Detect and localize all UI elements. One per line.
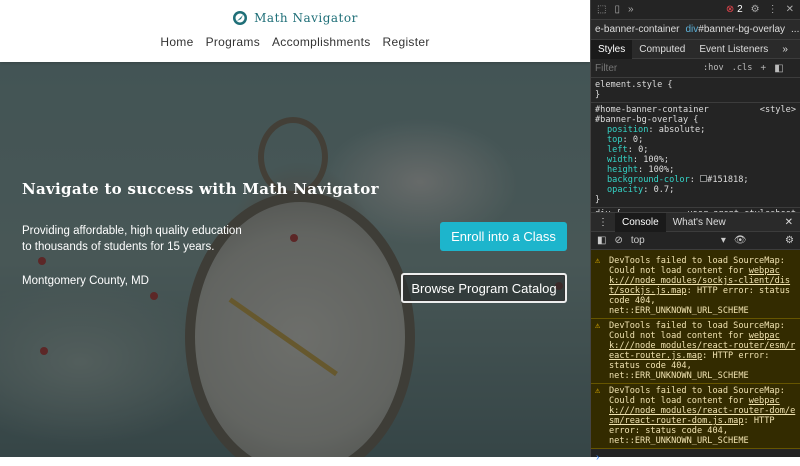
breadcrumb-tag: div — [685, 24, 699, 35]
context-select[interactable]: top ▾ — [631, 235, 726, 246]
devtools-panel: ⬚ ▯ » ⊗ 2 ⚙ ⋮ ✕ e-banner-container div#b… — [590, 0, 800, 463]
overlay-style-rule: <style> #home-banner-container #banner-b… — [591, 103, 800, 208]
property-value: #151818; — [707, 175, 749, 185]
clear-console-icon[interactable]: ⊘ — [614, 235, 622, 246]
sidebar-toggle-icon[interactable]: ◧ — [774, 63, 783, 74]
property-value: 0.7; — [653, 185, 675, 195]
property-name: position — [607, 125, 649, 135]
tab-whats-new[interactable]: What's New — [666, 213, 733, 232]
close-icon[interactable]: ✕ — [786, 4, 794, 15]
settings-icon[interactable]: ⚙ — [751, 4, 760, 15]
nav-accomplishments[interactable]: Accomplishments — [272, 35, 371, 49]
property-name: height — [607, 165, 639, 175]
css-property[interactable]: position: absolute; — [595, 125, 796, 135]
error-badge[interactable]: ⊗ 2 — [726, 4, 743, 15]
tab-computed[interactable]: Computed — [632, 40, 692, 59]
logo-text: Math Navigator — [254, 11, 358, 25]
css-property[interactable]: left: 0; — [595, 145, 796, 155]
css-property[interactable]: background-color: #151818; — [595, 175, 796, 185]
devtools-toolbar: ⬚ ▯ » ⊗ 2 ⚙ ⋮ ✕ — [591, 0, 800, 20]
property-value: 0; — [632, 135, 644, 145]
console-sidebar-icon[interactable]: ◧ — [597, 235, 606, 246]
home-banner: Navigate to success with Math Navigator … — [0, 62, 590, 457]
hov-toggle[interactable]: :hov — [703, 63, 724, 73]
styles-filter-bar: :hov .cls + ◧ — [591, 59, 800, 78]
property-value: 0; — [638, 145, 649, 155]
warning-icon: ⚠ — [595, 321, 601, 331]
device-toggle-icon[interactable]: ▯ — [614, 4, 620, 15]
more-panels-icon[interactable]: » — [628, 4, 634, 15]
property-name: background-color — [607, 175, 690, 185]
new-rule-icon[interactable]: + — [760, 63, 766, 74]
styles-filter-input[interactable] — [595, 62, 695, 74]
css-property[interactable]: height: 100%; — [595, 165, 796, 175]
main-nav: Home Programs Accomplishments Register — [0, 35, 590, 49]
console-warning: ⚠ DevTools failed to load SourceMap: Coul… — [591, 254, 800, 319]
css-property[interactable]: opacity: 0.7; — [595, 185, 796, 195]
banner-tagline: Providing affordable, high quality educa… — [22, 223, 262, 255]
rule-close: } — [595, 90, 601, 100]
context-value: top — [630, 235, 645, 246]
breadcrumb-item-active[interactable]: div#banner-bg-overlay — [686, 24, 786, 35]
enroll-button[interactable]: Enroll into a Class — [440, 222, 567, 251]
warning-icon: ⚠ — [595, 386, 601, 396]
console-settings-icon[interactable]: ⚙ — [785, 235, 794, 246]
element-breadcrumb: e-banner-container div#banner-bg-overlay… — [591, 20, 800, 40]
rule-close: } — [595, 195, 601, 205]
css-property[interactable]: width: 100%; — [595, 155, 796, 165]
property-name: left — [607, 145, 628, 155]
tagline-line: to thousands of students for 15 years. — [22, 241, 215, 253]
rule-selector: element.style { — [595, 80, 673, 90]
property-value: absolute; — [658, 125, 706, 135]
property-value: 100%; — [648, 165, 675, 175]
tab-console[interactable]: Console — [615, 212, 666, 232]
breadcrumb-item[interactable]: e-banner-container — [595, 24, 680, 35]
drawer-close-icon[interactable]: ✕ — [778, 213, 800, 232]
banner-headline: Navigate to success with Math Navigator — [22, 180, 379, 198]
live-expression-icon[interactable]: 👁 — [734, 235, 747, 246]
error-icon: ⊗ — [725, 4, 735, 15]
css-property[interactable]: top: 0; — [595, 135, 796, 145]
nav-programs[interactable]: Programs — [206, 35, 260, 49]
breadcrumb-more[interactable]: ... — [791, 24, 799, 35]
console-drawer: ⋮ Console What's New ✕ ◧ ⊘ top ▾ 👁 ⚙ ⚠ Dev… — [591, 212, 800, 466]
location-text: Montgomery County, MD — [22, 275, 149, 287]
dropdown-arrow-icon: ▾ — [720, 235, 726, 246]
logo[interactable]: Math Navigator — [0, 0, 590, 28]
site-header: Math Navigator Home Programs Accomplishm… — [0, 0, 590, 62]
rule-selector: #home-banner-container #banner-bg-overla… — [595, 105, 709, 125]
property-value: 100%; — [643, 155, 670, 165]
element-style-rule: element.style { } — [591, 78, 800, 103]
styles-tabs: Styles Computed Event Listeners » — [591, 39, 800, 59]
nav-home[interactable]: Home — [160, 35, 193, 49]
website: Math Navigator Home Programs Accomplishm… — [0, 0, 590, 457]
warning-icon: ⚠ — [595, 256, 601, 266]
property-name: top — [607, 135, 623, 145]
error-count: 2 — [737, 4, 743, 15]
tab-more[interactable]: » — [775, 40, 795, 59]
drawer-menu-icon[interactable]: ⋮ — [591, 213, 615, 232]
nav-register[interactable]: Register — [383, 35, 430, 49]
rule-source-link[interactable]: <style> — [760, 105, 796, 115]
inspect-element-icon[interactable]: ⬚ — [597, 4, 606, 15]
browse-catalog-button[interactable]: Browse Program Catalog — [401, 273, 567, 303]
console-toolbar: ◧ ⊘ top ▾ 👁 ⚙ — [591, 232, 800, 250]
compass-logo-icon — [233, 11, 248, 25]
more-options-icon[interactable]: ⋮ — [768, 4, 778, 15]
console-prompt[interactable]: › — [591, 449, 800, 466]
cls-toggle[interactable]: .cls — [732, 63, 753, 73]
drawer-tabs: ⋮ Console What's New ✕ — [591, 212, 800, 232]
console-warning: ⚠ DevTools failed to load SourceMap: Coul… — [591, 384, 800, 449]
breadcrumb-id: #banner-bg-overlay — [698, 24, 786, 35]
tagline-line: Providing affordable, high quality educa… — [22, 225, 242, 237]
property-name: width — [607, 155, 633, 165]
tab-event-listeners[interactable]: Event Listeners — [692, 40, 775, 59]
property-name: opacity — [607, 185, 644, 195]
tab-styles[interactable]: Styles — [591, 39, 633, 59]
console-warning: ⚠ DevTools failed to load SourceMap: Coul… — [591, 319, 800, 384]
